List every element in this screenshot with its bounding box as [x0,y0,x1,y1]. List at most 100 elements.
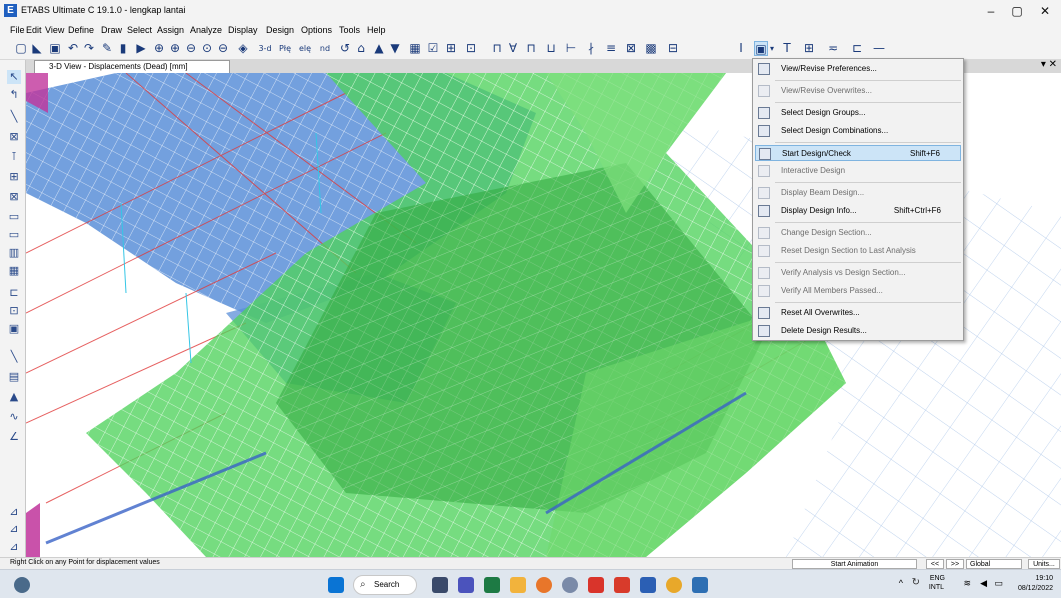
zoom-out-icon[interactable]: ⊖ [184,41,198,56]
view-tab[interactable]: 3-D View - Displacements (Dead) [mm] [34,60,230,73]
new-icon[interactable]: ▢ [14,41,28,56]
clock-date[interactable]: 08/12/2022 [1018,585,1053,592]
reshape-icon[interactable]: ↰ [7,88,21,102]
close-button[interactable]: ✕ [1032,2,1058,20]
menu-display-beam-design[interactable]: Display Beam Design... [755,185,961,201]
search-box[interactable]: ⌕ Search [353,575,417,595]
mesh-icon[interactable]: ▩ [644,41,658,56]
zoom-in-icon[interactable]: ⊕ [168,41,182,56]
task-view-icon[interactable] [432,577,448,593]
menu-start-design-check[interactable]: Start Design/Check Shift+F6 [755,145,961,161]
shear-wall-icon[interactable]: ⊏ [850,41,864,56]
run-icon[interactable]: ▶ [134,41,148,56]
menu-tools[interactable]: Tools [339,25,360,35]
menu-select-design-groups[interactable]: Select Design Groups... [755,105,961,121]
plan-label[interactable]: Płę [276,41,294,56]
wifi-icon[interactable]: ≋ [963,578,971,589]
teams-icon[interactable] [458,577,474,593]
down-icon[interactable]: ▼ [388,41,402,56]
nd-label[interactable]: nd [316,41,334,56]
pan-icon[interactable]: ⊖ [216,41,230,56]
tendon-icon[interactable]: ≡ [604,41,618,56]
draw-brace-icon[interactable]: ⊠ [7,190,21,204]
firefox-icon[interactable] [536,577,552,593]
menu-design[interactable]: Design [266,25,294,35]
select-icon[interactable]: ☑ [426,41,440,56]
draw-floor-icon[interactable]: ▭ [7,210,21,224]
draw-opening-icon[interactable]: ▦ [7,264,21,278]
pencil-icon[interactable]: ✎ [100,41,114,56]
menu-edit[interactable]: Edit [26,25,42,35]
file-explorer-icon[interactable] [510,577,526,593]
snap-points-icon[interactable]: ⊿ [7,505,21,519]
menu-options[interactable]: Options [301,25,332,35]
deselect-icon[interactable]: ⊞ [444,41,458,56]
menu-display[interactable]: Display [228,25,258,35]
etabs-taskbar-icon[interactable] [692,577,708,593]
save-icon[interactable]: ▣ [48,41,62,56]
menu-help[interactable]: Help [367,25,386,35]
excel-icon[interactable] [484,577,500,593]
draw-reference-icon[interactable]: ∠ [7,430,21,444]
draw-wall-icon[interactable]: ▥ [7,246,21,260]
units-button[interactable]: Units... [1028,559,1060,569]
grid-icon[interactable]: ▦ [408,41,422,56]
menu-draw[interactable]: Draw [101,25,122,35]
lang-top[interactable]: ENG [930,575,945,582]
coord-system-select[interactable]: Global [966,559,1022,569]
draw-link-icon[interactable]: ⊏ [7,286,21,300]
battery-icon[interactable]: ▭ [994,578,1003,589]
menu-analyze[interactable]: Analyze [190,25,222,35]
redo-icon[interactable]: ↷ [82,41,96,56]
maximize-button[interactable]: ▢ [1004,2,1030,20]
start-button-icon[interactable] [328,577,344,593]
menu-view-revise-preferences[interactable]: View/Revise Preferences... [755,61,961,77]
menu-change-design-section[interactable]: Change Design Section... [755,225,961,241]
column-icon[interactable]: ∀ [506,41,520,56]
menu-reset-design-section[interactable]: Reset Design Section to Last Analysis [755,243,961,259]
menu-define[interactable]: Define [68,25,94,35]
slab-icon[interactable]: — [872,41,886,56]
draw-tendon-icon[interactable]: ⊡ [7,304,21,318]
steel-frame-icon[interactable]: T [780,41,794,56]
zoom-window-icon[interactable]: ⊙ [200,41,214,56]
3d-view-icon[interactable]: ◈ [236,41,250,56]
zoom-icon[interactable]: ⊕ [152,41,166,56]
lang-bottom[interactable]: INTL [929,584,944,591]
open-icon[interactable]: ◣ [30,41,44,56]
link-icon[interactable]: ∤ [584,41,598,56]
snap-grid-icon[interactable]: ⊿ [7,540,21,554]
menu-reset-all-overwrites[interactable]: Reset All Overwrites... [755,305,961,321]
draw-beam-icon[interactable]: ⊞ [7,170,21,184]
menu-file[interactable]: File [10,25,25,35]
wall-icon[interactable]: ⊔ [544,41,558,56]
pointer-icon[interactable]: ↖ [7,70,21,84]
opening-icon[interactable]: ⊢ [564,41,578,56]
menu-assign[interactable]: Assign [157,25,184,35]
clock-time[interactable]: 19:10 [1035,575,1053,582]
composite-beam-icon[interactable]: ≂ [826,41,840,56]
draw-line-icon[interactable]: ╲ [7,110,21,124]
menu-interactive-design[interactable]: Interactive Design [755,163,961,179]
prev-button[interactable]: << [926,559,944,569]
minimize-button[interactable]: – [978,2,1004,20]
elevation-label[interactable]: elę [296,41,314,56]
menu-display-design-info[interactable]: Display Design Info... Shift+Ctrl+F6 [755,203,961,219]
draw-spring-icon[interactable]: ∿ [7,410,21,424]
show-icon[interactable]: ⊟ [666,41,680,56]
rotate-icon[interactable]: ↺ [338,41,352,56]
design-dropdown-icon[interactable]: ▾ [768,41,776,56]
chevron-up-icon[interactable]: ^ [899,578,903,588]
draw-section-icon[interactable]: ▣ [7,322,21,336]
autocad-icon[interactable] [614,577,630,593]
snap-ends-icon[interactable]: ⊿ [7,522,21,536]
menu-select-design-combinations[interactable]: Select Design Combinations... [755,123,961,139]
up-icon[interactable]: ▲ [372,41,386,56]
undo-icon[interactable]: ↶ [66,41,80,56]
text-cursor-icon[interactable]: I [734,41,748,56]
lock-icon[interactable]: ▮ [116,41,130,56]
design-icon[interactable]: ▣ [754,41,768,56]
chrome-icon[interactable] [666,577,682,593]
concrete-frame-icon[interactable]: ⊞ [802,41,816,56]
3d-label[interactable]: 3-d [256,41,274,56]
